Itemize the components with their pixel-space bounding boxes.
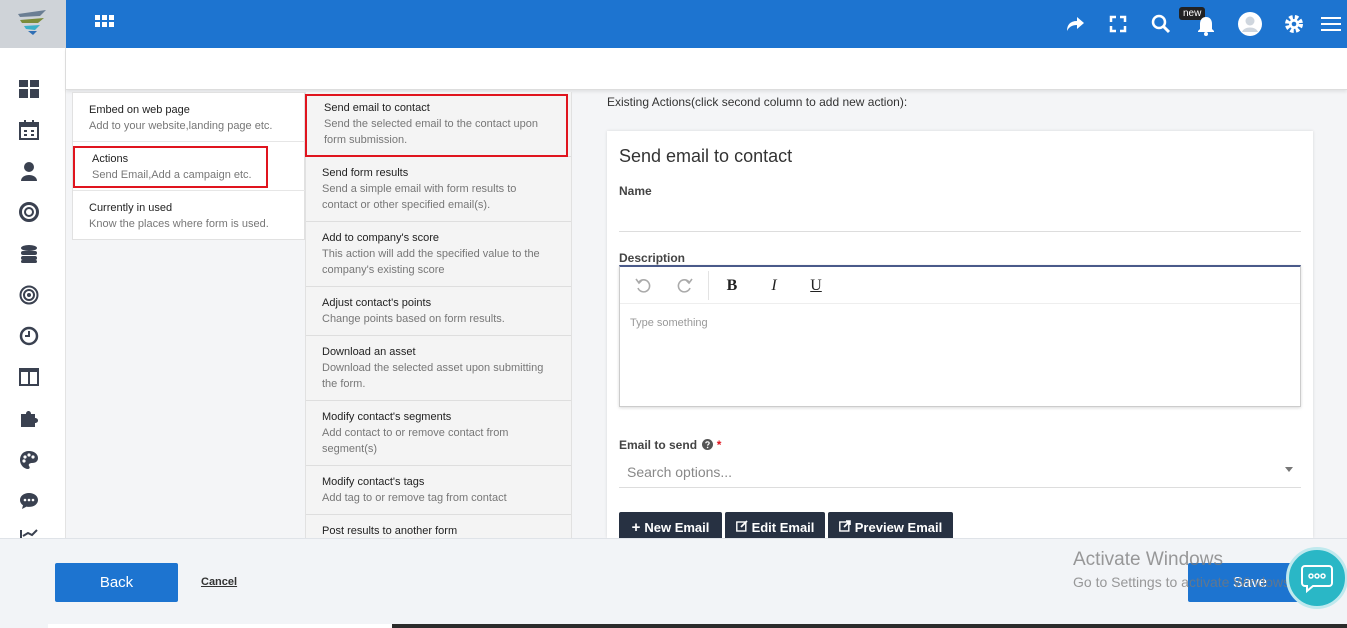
action-form-card: Send email to contact Name Description B… <box>607 131 1313 538</box>
name-input[interactable] <box>619 231 1301 232</box>
preview-email-label: Preview Email <box>854 519 943 535</box>
gear-icon[interactable] <box>1282 12 1306 36</box>
redo-icon[interactable] <box>674 275 696 297</box>
option-currently-used[interactable]: Currently in used Know the places where … <box>73 191 306 240</box>
action-title: Modify contact's tags <box>322 476 425 488</box>
action-desc: company's existing score <box>322 264 445 276</box>
chat-widget-button[interactable] <box>1286 547 1347 609</box>
dashboard-icon[interactable] <box>18 78 40 100</box>
email-label-text: Email to send <box>619 438 698 452</box>
columns-icon[interactable] <box>18 366 40 388</box>
activate-windows-subtitle: Go to Settings to activate Windows. <box>1073 574 1294 590</box>
taskbar-dark <box>392 624 1347 628</box>
action-modify-tags[interactable]: Modify contact's tags Add tag to or remo… <box>306 466 571 515</box>
footer: Back Cancel Save Activate Windows Go to … <box>0 538 1347 628</box>
action-download-asset[interactable]: Download an asset Download the selected … <box>306 336 571 401</box>
dropdown-arrow-icon <box>1285 467 1293 472</box>
highlight-box <box>305 94 568 157</box>
puzzle-icon[interactable] <box>18 407 40 429</box>
action-send-form-results[interactable]: Send form results Send a simple email wi… <box>306 157 571 222</box>
option-desc: Add to your website,landing page etc. <box>89 120 273 132</box>
share-icon[interactable] <box>1063 12 1087 36</box>
action-desc: Add tag to or remove tag from contact <box>322 492 507 504</box>
email-select[interactable]: Search options... <box>619 455 1301 488</box>
action-desc: Add contact to or remove contact from <box>322 427 509 439</box>
editor-placeholder: Type something <box>630 317 708 329</box>
option-title: Currently in used <box>89 202 173 214</box>
new-email-button[interactable]: + New Email <box>619 512 722 538</box>
card-title: Send email to contact <box>619 146 793 166</box>
help-icon[interactable] <box>702 438 714 453</box>
action-adjust-points[interactable]: Adjust contact's points Change points ba… <box>306 287 571 336</box>
action-desc: the form. <box>322 378 366 390</box>
chat-bubble-icon <box>1301 565 1333 593</box>
search-icon[interactable] <box>1149 12 1173 36</box>
activate-windows-title: Activate Windows <box>1073 549 1223 570</box>
edit-email-button[interactable]: Edit Email <box>725 512 825 538</box>
action-desc: Send a simple email with form results to <box>322 183 517 195</box>
sub-header <box>66 48 1347 90</box>
avatar[interactable] <box>1238 12 1262 36</box>
action-title: Download an asset <box>322 346 416 358</box>
action-title: Post results to another form <box>322 525 458 537</box>
action-modify-segments[interactable]: Modify contact's segments Add contact to… <box>306 401 571 466</box>
cancel-link[interactable]: Cancel <box>201 576 237 588</box>
top-bar: new <box>0 0 1347 48</box>
action-desc: segment(s) <box>322 443 378 455</box>
action-title: Send form results <box>322 167 409 179</box>
calendar-icon[interactable] <box>18 119 40 141</box>
chat-icon[interactable] <box>18 490 40 512</box>
option-embed[interactable]: Embed on web page Add to your website,la… <box>73 93 306 142</box>
name-label: Name <box>619 184 652 198</box>
back-button[interactable]: Back <box>55 563 178 602</box>
description-label: Description <box>619 251 686 265</box>
required-mark: * <box>716 438 722 452</box>
target-icon[interactable] <box>18 284 40 306</box>
palette-icon[interactable] <box>18 449 40 471</box>
toolbar-divider <box>708 271 709 300</box>
chart-icon[interactable] <box>18 528 40 538</box>
database-icon[interactable] <box>18 243 40 265</box>
description-editor[interactable]: B I U Type something <box>619 265 1301 407</box>
clock-icon[interactable] <box>18 325 40 347</box>
fullscreen-icon[interactable] <box>1106 12 1130 36</box>
action-company-score[interactable]: Add to company's score This action will … <box>306 222 571 287</box>
app-grid-icon[interactable] <box>95 15 115 33</box>
action-types-list: Send email to contact Send the selected … <box>305 92 572 538</box>
logo-icon <box>18 10 46 35</box>
bold-button[interactable]: B <box>721 275 743 297</box>
user-icon[interactable] <box>18 160 40 182</box>
action-desc: Change points based on form results. <box>322 313 505 325</box>
plus-icon: + <box>631 518 641 536</box>
menu-icon[interactable] <box>1319 12 1343 36</box>
edit-icon <box>735 519 748 535</box>
bell-icon[interactable] <box>1194 14 1218 38</box>
lifebuoy-icon[interactable] <box>18 201 40 223</box>
new-email-label: New Email <box>644 519 710 535</box>
action-title: Add to company's score <box>322 232 440 244</box>
action-title: Adjust contact's points <box>322 297 432 309</box>
action-desc: contact or other specified email(s). <box>322 199 491 211</box>
highlight-box <box>73 146 268 188</box>
action-title: Modify contact's segments <box>322 411 452 423</box>
undo-icon[interactable] <box>632 275 654 297</box>
editor-toolbar: B I U <box>620 267 1300 304</box>
option-title: Embed on web page <box>89 104 190 116</box>
logo[interactable] <box>0 0 66 48</box>
edit-email-label: Edit Email <box>751 519 815 535</box>
existing-actions-label: Existing Actions(click second column to … <box>607 95 908 109</box>
sidebar <box>0 48 66 538</box>
underline-button[interactable]: U <box>805 275 827 297</box>
preview-email-button[interactable]: Preview Email <box>828 512 953 538</box>
italic-button[interactable]: I <box>763 275 785 297</box>
option-desc: Know the places where form is used. <box>89 218 269 230</box>
external-link-icon <box>838 519 851 535</box>
action-desc: Download the selected asset upon submitt… <box>322 362 544 374</box>
action-post-results[interactable]: Post results to another form <box>306 515 571 538</box>
email-to-send-label: Email to send * <box>619 438 721 453</box>
action-desc: This action will add the specified value… <box>322 248 540 260</box>
email-select-placeholder: Search options... <box>627 464 733 480</box>
